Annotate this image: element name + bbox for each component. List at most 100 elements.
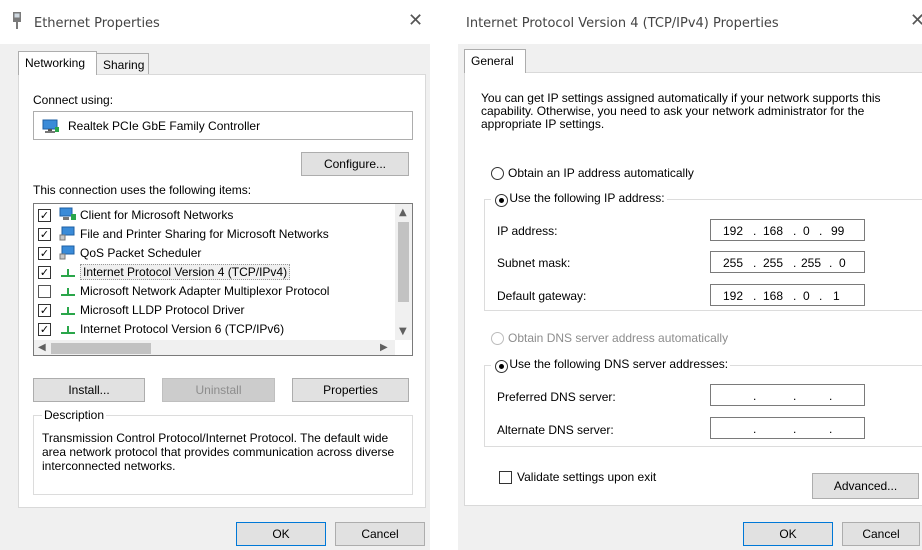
- use-following-ip-label: Use the following IP address:: [509, 191, 665, 205]
- preferred-dns-label: Preferred DNS server:: [497, 390, 616, 404]
- close-icon[interactable]: ✕: [408, 12, 423, 30]
- radio-obtain-dns-auto: [491, 332, 504, 345]
- title-bar: Internet Protocol Version 4 (TCP/IPv4) P…: [458, 0, 922, 44]
- protocol-icon: [61, 307, 75, 315]
- octet: 192: [723, 224, 744, 238]
- checkbox-checked[interactable]: ✓: [38, 209, 51, 222]
- chevron-down-icon[interactable]: ▼: [399, 326, 407, 337]
- chevron-left-icon[interactable]: ◀: [38, 342, 46, 353]
- item-label: Internet Protocol Version 4 (TCP/IPv4): [80, 264, 291, 280]
- checkbox-checked[interactable]: ✓: [38, 323, 51, 336]
- octet: 255: [801, 256, 822, 270]
- scroll-thumb[interactable]: [398, 222, 409, 302]
- validate-checkbox[interactable]: [499, 471, 512, 484]
- networking-panel: Connect using: Realtek PCIe GbE Family C…: [18, 74, 426, 508]
- tab-general[interactable]: General: [464, 49, 526, 73]
- protocol-icon: [61, 269, 75, 277]
- ip-address-label: IP address:: [497, 224, 558, 238]
- network-service-icon: [59, 226, 75, 241]
- radio-use-following-ip[interactable]: [495, 194, 508, 208]
- ip-address-field[interactable]: 192 . 168 . 0 . 99: [710, 219, 865, 241]
- network-client-icon: [59, 207, 76, 220]
- description-group: Description Transmission Control Protoco…: [33, 408, 413, 495]
- radio-use-following-dns[interactable]: [495, 360, 508, 374]
- advanced-button[interactable]: Advanced...: [812, 473, 919, 499]
- chevron-right-icon[interactable]: ▶: [380, 342, 388, 353]
- list-item[interactable]: ✓ Internet Protocol Version 6 (TCP/IPv6): [38, 321, 393, 340]
- title-bar: Ethernet Properties ✕: [0, 0, 430, 44]
- checkbox-unchecked[interactable]: [38, 285, 51, 298]
- properties-button[interactable]: Properties: [292, 378, 409, 402]
- checkbox-checked[interactable]: ✓: [38, 247, 51, 260]
- items-label: This connection uses the following items…: [33, 183, 252, 197]
- ok-button[interactable]: OK: [743, 522, 833, 546]
- ipv4-properties-window: Internet Protocol Version 4 (TCP/IPv4) P…: [458, 0, 922, 550]
- list-item[interactable]: Microsoft Network Adapter Multiplexor Pr…: [38, 283, 393, 302]
- tab-networking[interactable]: Networking: [18, 51, 97, 75]
- octet: 0: [803, 289, 810, 303]
- scroll-thumb[interactable]: [51, 343, 151, 354]
- octet: 168: [763, 289, 784, 303]
- octet: 1: [833, 289, 840, 303]
- octet: 0: [803, 224, 810, 238]
- checkbox-checked[interactable]: ✓: [38, 228, 51, 241]
- list-item[interactable]: ✓ Microsoft LLDP Protocol Driver: [38, 302, 393, 321]
- install-button[interactable]: Install...: [33, 378, 145, 402]
- octet: 168: [763, 224, 784, 238]
- cancel-button[interactable]: Cancel: [335, 522, 425, 546]
- octet: 99: [831, 224, 845, 238]
- tab-sharing[interactable]: Sharing: [96, 53, 149, 75]
- list-item[interactable]: ✓ File and Printer Sharing for Microsoft…: [38, 226, 393, 245]
- protocol-icon: [61, 288, 75, 296]
- preferred-dns-field[interactable]: ...: [710, 384, 865, 406]
- item-label: Internet Protocol Version 6 (TCP/IPv6): [80, 322, 285, 336]
- checkbox-checked[interactable]: ✓: [38, 266, 51, 279]
- horizontal-scrollbar[interactable]: ◀ ▶: [34, 340, 395, 355]
- use-following-dns-header: Use the following DNS server addresses:: [491, 357, 731, 374]
- adapter-box: Realtek PCIe GbE Family Controller: [33, 111, 413, 140]
- protocol-icon: [61, 326, 75, 334]
- description-title: Description: [42, 408, 107, 422]
- gateway-label: Default gateway:: [497, 289, 587, 303]
- alternate-dns-field[interactable]: ...: [710, 417, 865, 439]
- adapter-name: Realtek PCIe GbE Family Controller: [68, 119, 261, 133]
- general-panel: You can get IP settings assigned automat…: [464, 72, 922, 506]
- use-following-dns-label: Use the following DNS server addresses:: [509, 357, 729, 371]
- radio-obtain-ip-auto[interactable]: [491, 167, 504, 180]
- list-item[interactable]: ✓ QoS Packet Scheduler: [38, 245, 393, 264]
- item-label: Microsoft LLDP Protocol Driver: [80, 303, 245, 317]
- items-list: ✓ Client for Microsoft Networks ✓ File a…: [33, 203, 413, 356]
- chevron-up-icon[interactable]: ▲: [399, 207, 407, 218]
- network-adapter-icon: [42, 119, 59, 133]
- list-item[interactable]: ✓ Client for Microsoft Networks: [38, 207, 393, 226]
- ok-button[interactable]: OK: [236, 522, 326, 546]
- item-label: Microsoft Network Adapter Multiplexor Pr…: [80, 284, 330, 298]
- use-following-ip-header: Use the following IP address:: [491, 191, 667, 208]
- configure-button[interactable]: Configure...: [301, 152, 409, 176]
- network-adapter-icon: [13, 12, 21, 29]
- close-icon[interactable]: ✕: [910, 12, 922, 30]
- validate-label: Validate settings upon exit: [517, 470, 657, 484]
- checkbox-checked[interactable]: ✓: [38, 304, 51, 317]
- window-title: Internet Protocol Version 4 (TCP/IPv4) P…: [466, 16, 779, 31]
- item-label: Client for Microsoft Networks: [80, 208, 234, 222]
- window-title: Ethernet Properties: [34, 16, 160, 31]
- list-item-selected[interactable]: ✓ Internet Protocol Version 4 (TCP/IPv4): [38, 264, 393, 283]
- uninstall-button: Uninstall: [162, 378, 275, 402]
- octet: 255: [723, 256, 744, 270]
- network-service-icon: [59, 245, 75, 260]
- connect-using-label: Connect using:: [33, 93, 114, 107]
- subnet-mask-field[interactable]: 255 . 255 . 255 . 0: [710, 251, 865, 273]
- cancel-button[interactable]: Cancel: [842, 522, 920, 546]
- octet: 192: [723, 289, 744, 303]
- obtain-ip-auto-label: Obtain an IP address automatically: [508, 166, 694, 180]
- obtain-dns-auto-label: Obtain DNS server address automatically: [508, 331, 729, 345]
- octet: 0: [839, 256, 846, 270]
- vertical-scrollbar[interactable]: ▲ ▼: [395, 204, 412, 340]
- gateway-field[interactable]: 192 . 168 . 0 . 1: [710, 284, 865, 306]
- item-label: File and Printer Sharing for Microsoft N…: [80, 227, 329, 241]
- subnet-mask-label: Subnet mask:: [497, 256, 571, 270]
- ethernet-properties-window: Ethernet Properties ✕ Networking Sharing…: [0, 0, 430, 550]
- item-label: QoS Packet Scheduler: [80, 246, 202, 260]
- octet: 255: [763, 256, 784, 270]
